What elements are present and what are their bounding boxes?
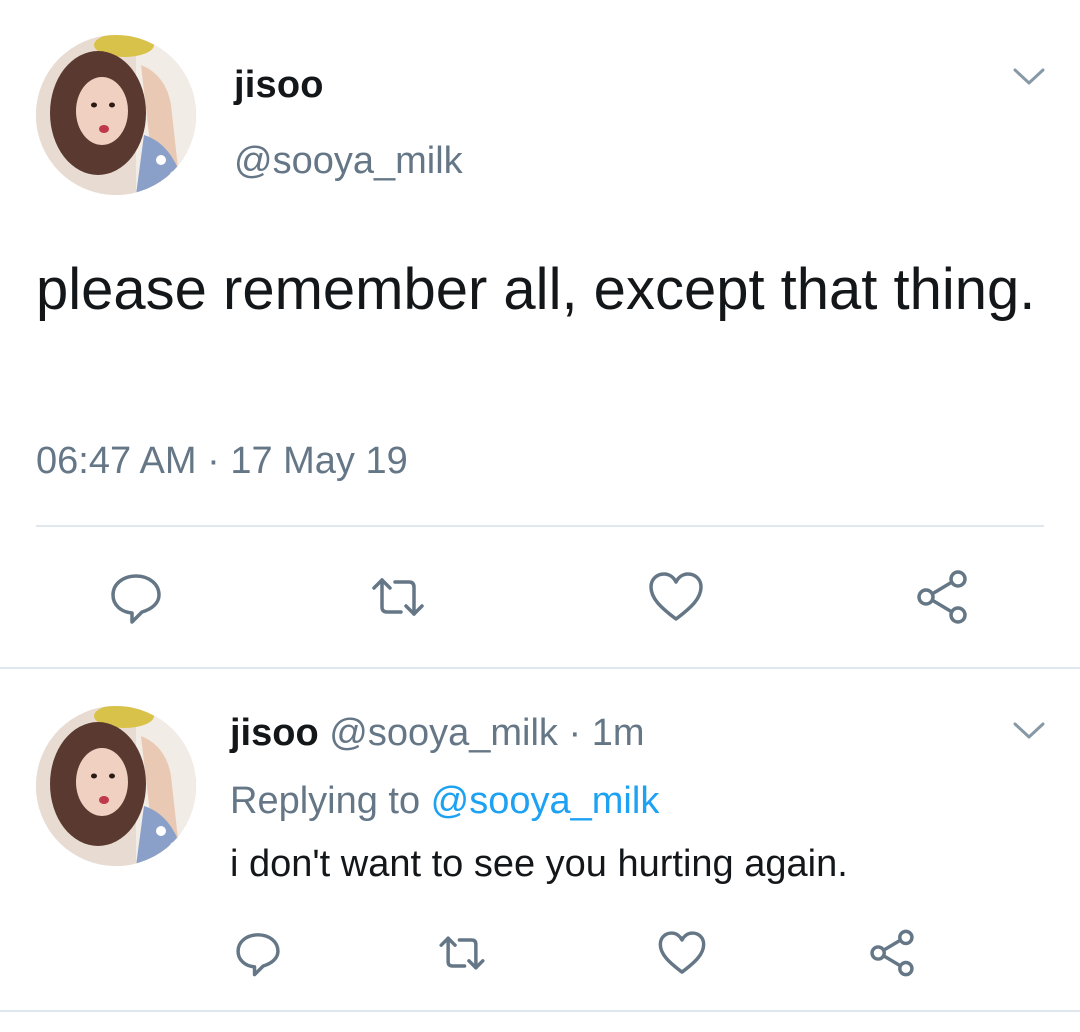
tweet-text: i don't want to see you hurting again.	[230, 843, 848, 885]
author-handle[interactable]: @sooya_milk	[329, 712, 558, 754]
replying-to-label: Replying to	[230, 780, 431, 822]
divider	[36, 525, 1044, 527]
heart-icon[interactable]	[656, 927, 708, 979]
avatar-photo	[36, 706, 196, 866]
heart-icon[interactable]	[646, 567, 706, 627]
author-name[interactable]: jisoo	[234, 64, 324, 107]
retweet-icon[interactable]	[436, 927, 488, 979]
replying-to: Replying to @sooya_milk	[230, 780, 659, 823]
author-handle[interactable]: @sooya_milk	[234, 140, 463, 183]
author-name[interactable]: jisoo	[230, 712, 319, 754]
share-icon[interactable]	[866, 927, 918, 979]
tweet-timestamp[interactable]: 06:47 AM · 17 May 19	[36, 440, 408, 483]
reply-header: jisoo @sooya_milk · 1m	[230, 712, 644, 755]
avatar[interactable]	[36, 35, 196, 195]
retweet-icon[interactable]	[368, 567, 428, 627]
divider	[0, 1010, 1080, 1012]
reply-icon[interactable]	[106, 567, 166, 627]
chevron-down-icon[interactable]	[1012, 62, 1046, 90]
chevron-down-icon[interactable]	[1012, 716, 1046, 744]
avatar[interactable]	[36, 706, 196, 866]
share-icon[interactable]	[912, 567, 972, 627]
tweet-text: please remember all, except that thing.	[36, 257, 1036, 322]
reply-icon[interactable]	[232, 927, 284, 979]
divider	[0, 667, 1080, 669]
tweet-age[interactable]: 1m	[592, 712, 645, 754]
mention-link[interactable]: @sooya_milk	[431, 780, 660, 822]
avatar-photo	[36, 35, 196, 195]
separator: ·	[557, 712, 592, 754]
